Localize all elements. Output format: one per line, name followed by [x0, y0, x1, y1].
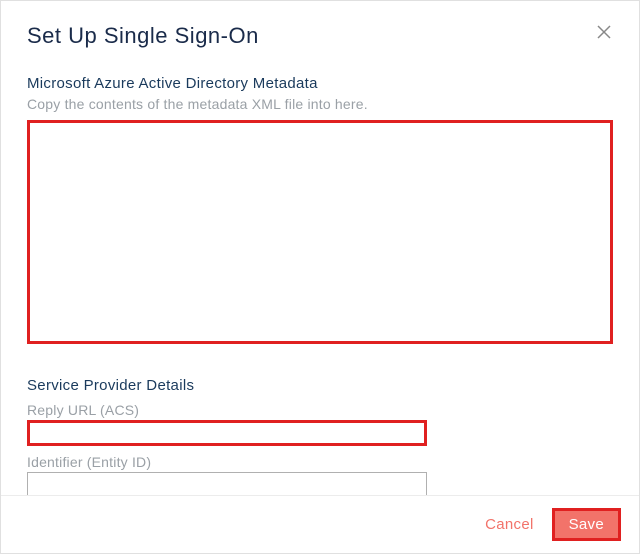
reply-url-label: Reply URL (ACS): [27, 402, 613, 418]
metadata-helper-text: Copy the contents of the metadata XML fi…: [27, 96, 613, 112]
identifier-input[interactable]: [27, 472, 427, 495]
modal-header: Set Up Single Sign-On: [27, 23, 613, 49]
save-button-highlight: Save: [552, 508, 621, 541]
modal-footer: Cancel Save: [1, 495, 639, 553]
identifier-label: Identifier (Entity ID): [27, 454, 613, 470]
save-button[interactable]: Save: [555, 511, 618, 538]
close-button[interactable]: [595, 23, 613, 41]
metadata-textarea[interactable]: [27, 120, 613, 344]
cancel-button[interactable]: Cancel: [485, 516, 534, 533]
reply-url-input[interactable]: [27, 420, 427, 446]
metadata-section-label: Microsoft Azure Active Directory Metadat…: [27, 75, 613, 92]
service-provider-section-label: Service Provider Details: [27, 377, 613, 394]
modal-body: Set Up Single Sign-On Microsoft Azure Ac…: [1, 1, 639, 495]
modal-title: Set Up Single Sign-On: [27, 23, 259, 49]
sso-setup-modal: Set Up Single Sign-On Microsoft Azure Ac…: [1, 1, 639, 553]
close-icon: [597, 25, 611, 39]
